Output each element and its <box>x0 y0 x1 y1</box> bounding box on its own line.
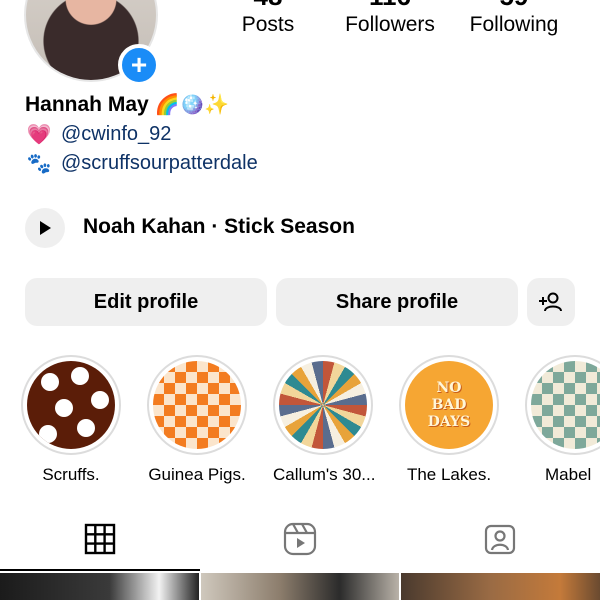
play-icon <box>40 221 51 235</box>
followers-stat[interactable]: 116 Followers <box>340 0 440 38</box>
highlight-mabel[interactable]: Mabel <box>525 355 600 485</box>
highlight-ring <box>273 355 373 455</box>
tab-grid[interactable] <box>83 522 117 556</box>
highlight-label: Guinea Pigs. <box>148 465 246 484</box>
cover-text-line: DAYS <box>427 413 471 430</box>
posts-label: Posts <box>241 13 295 36</box>
highlight-label: Scruffs. <box>42 465 100 484</box>
posts-count: 48 <box>236 0 300 12</box>
share-profile-button[interactable]: Share profile <box>276 278 518 326</box>
discover-people-button[interactable] <box>527 278 575 326</box>
highlight-cover-checker-orange <box>153 361 241 449</box>
highlight-cover-checker-green <box>531 361 600 449</box>
highlight-cover-sunburst <box>279 361 367 449</box>
following-stat[interactable]: 59 Following <box>462 0 566 38</box>
posts-stat[interactable]: 48 Posts <box>236 0 300 38</box>
highlight-scruffs[interactable]: Scruffs. <box>21 355 121 485</box>
highlight-cover-no-bad-days: NO BAD DAYS <box>405 361 493 449</box>
reels-icon <box>283 522 317 556</box>
following-label: Following <box>469 13 559 36</box>
music-play-button[interactable] <box>25 208 65 248</box>
active-tab-indicator <box>0 569 200 571</box>
bio-handle-1[interactable]: 💗 @cwinfo_92 <box>25 122 172 147</box>
bio-handle-text[interactable]: @cwinfo_92 <box>61 123 171 146</box>
followers-label: Followers <box>345 13 435 36</box>
profile-name: Hannah May 🌈🪩✨ <box>25 92 229 117</box>
tagged-icon <box>484 524 516 555</box>
highlight-cover-flowers <box>27 361 115 449</box>
highlight-ring <box>525 355 600 455</box>
bio-handle-2[interactable]: 🐾 @scruffsourpatterdale <box>25 151 258 176</box>
profile-name-text: Hannah May <box>25 93 149 116</box>
grid-icon <box>84 523 116 555</box>
highlight-ring <box>21 355 121 455</box>
post-thumbnail[interactable] <box>401 573 600 600</box>
profile-name-emojis: 🌈🪩✨ <box>154 94 230 116</box>
following-count: 59 <box>462 0 566 12</box>
highlight-label: The Lakes. <box>406 465 492 484</box>
highlight-ring: NO BAD DAYS <box>399 355 499 455</box>
followers-count: 116 <box>340 0 440 12</box>
highlight-guinea-pigs[interactable]: Guinea Pigs. <box>147 355 247 485</box>
highlight-ring <box>147 355 247 455</box>
highlight-callums-30[interactable]: Callum's 30... <box>273 355 376 485</box>
tab-tagged[interactable] <box>483 522 517 556</box>
cover-text-line: NO <box>436 379 462 396</box>
add-person-icon <box>539 292 562 312</box>
pink-heart-icon: 💗 <box>26 124 52 146</box>
add-story-icon[interactable]: + <box>118 44 160 86</box>
cover-text-line: BAD <box>431 396 467 413</box>
edit-profile-button[interactable]: Edit profile <box>25 278 267 326</box>
highlight-label: Callum's 30... <box>273 465 376 484</box>
post-thumbnail[interactable] <box>201 573 399 600</box>
tab-reels[interactable] <box>283 522 317 556</box>
profile-music-label[interactable]: Noah Kahan · Stick Season <box>83 215 355 239</box>
post-thumbnail[interactable] <box>0 573 199 600</box>
highlight-label: Mabel <box>545 465 592 484</box>
paw-prints-icon: 🐾 <box>26 153 52 175</box>
bio-handle-text[interactable]: @scruffsourpatterdale <box>61 152 258 175</box>
highlight-the-lakes[interactable]: NO BAD DAYS The Lakes. <box>399 355 499 485</box>
